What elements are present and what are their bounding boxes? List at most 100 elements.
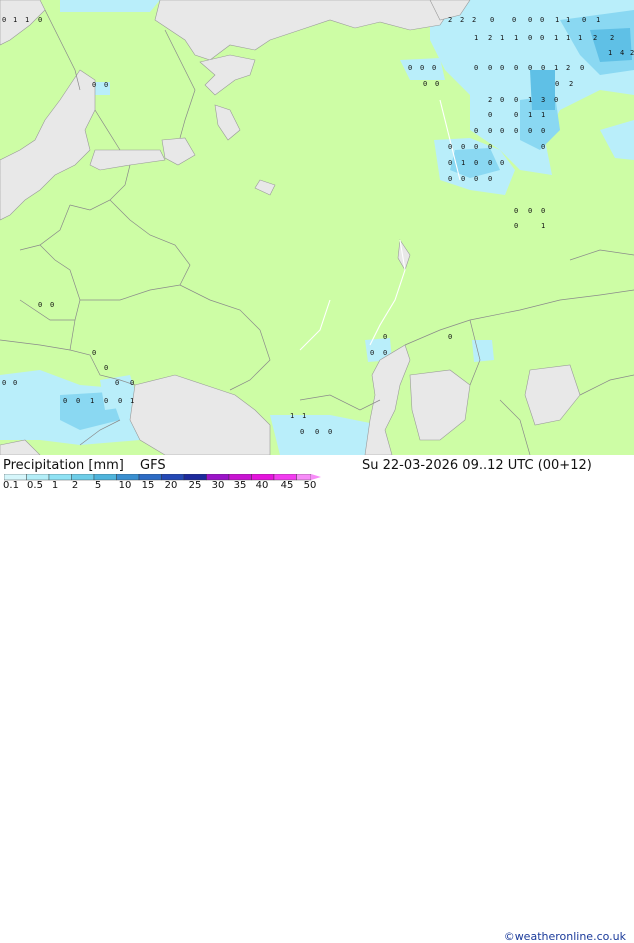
precip-value-label: 0 [541,143,545,151]
precip-value-label: 0 [474,127,478,135]
precip-value-label: 0 [92,349,96,357]
credit-label: ©weatheronline.co.uk [503,930,626,943]
scale-tick-label: 5 [94,480,102,491]
precip-value-label: 0 [580,64,584,72]
precip-value-label: 2 [569,80,573,88]
valid-time-label: Su 22-03-2026 09..12 UTC (00+12) [362,458,592,473]
precip-value-label: 1 [25,16,29,24]
scale-tick-label: 10 [118,480,132,491]
precip-value-label: 1 [461,159,465,167]
scale-tick-label: 35 [233,480,247,491]
precip-value-label: 0 [488,64,492,72]
precip-value-label: 1 [474,34,478,42]
precip-value-label: 1 [528,96,532,104]
precip-value-label: 2 [460,16,464,24]
precip-value-label: 0 [370,349,374,357]
precip-value-label: 0 [488,111,492,119]
rivers [299,99,461,351]
precip-value-label: 0 [474,143,478,151]
precip-value-label: 2 [593,34,597,42]
precip-value-label: 2 [488,34,492,42]
precip-value-label: 0 [448,159,452,167]
precip-value-label: 0 [461,175,465,183]
title-label: Precipitation [mm] [3,458,124,473]
precip-value-label: 1 [596,16,600,24]
precip-value-label: 0 [514,127,518,135]
precip-value-label: 0 [512,16,516,24]
precip-value-label: 0 [448,333,452,341]
precip-value-label: 0 [488,175,492,183]
precip-value-label: 0 [115,379,119,387]
precip-value-label: 0 [104,81,108,89]
precip-value-label: 0 [2,379,6,387]
scale-tick-label: 40 [255,480,269,491]
precip-value-label: 0 [448,143,452,151]
map-canvas: 0 1 1 0 2 2 2 0 0 0 0 1 1 0 11 2 1 1 0 0 1 1 1 2 20 0 0 0 0 0 0 0 0 1 2 01 4… [0,0,634,455]
scale-tick-label: 20 [164,480,178,491]
precip-value-label: 0 [500,127,504,135]
precip-value-label: 0 [383,333,387,341]
precip-value-label: 1 [290,412,294,420]
precip-value-label: 1 [555,16,559,24]
precip-value-label: 0 [474,64,478,72]
scale-tick-label: 25 [188,480,202,491]
precip-value-label: 0 [420,64,424,72]
precip-value-label: 0 [328,428,332,436]
precip-value-label: 0 [63,397,67,405]
precip-value-label: 2 [472,16,476,24]
precip-value-label: 0 [2,16,6,24]
precip-value-label: 1 [541,222,545,230]
precip-value-label: 0 [435,80,439,88]
precip-value-label: 0 [528,127,532,135]
precip-value-label: 2 [566,64,570,72]
precip-value-label: 0 [383,349,387,357]
precip-value-label: 0 [76,397,80,405]
precip-value-label: 0 [514,222,518,230]
precip-value-label: 1 [130,397,134,405]
precip-value-label: 0 [13,379,17,387]
precip-value-label: 1 [554,34,558,42]
precip-value-label: 0 [461,143,465,151]
precip-value-label: 0 [541,64,545,72]
precip-value-label: 2 [610,34,614,42]
scale-tick-label: 50 [303,480,317,491]
precip-value-label: 0 [500,159,504,167]
precip-value-label: 1 [13,16,17,24]
precip-value-label: 1 [554,64,558,72]
scale-tick-label: 1 [51,480,59,491]
precip-value-label: 0 [528,207,532,215]
precip-value-label: 0 [514,96,518,104]
precip-value-label: 0 [582,16,586,24]
precip-value-label: 0 [528,16,532,24]
precip-value-label: 0 [554,96,558,104]
precip-value-label: 0 [432,64,436,72]
precip-value-label: 2 [448,16,452,24]
precip-value-label: 0 [448,175,452,183]
precip-value-label: 0 [500,96,504,104]
precip-value-label: 0 [50,301,54,309]
precip-value-label: 1 [500,34,504,42]
precip-value-label: 1 [541,111,545,119]
precip-value-label: 1 [528,111,532,119]
model-label: GFS [140,458,166,473]
precip-value-label: 1 [578,34,582,42]
precip-value-label: 0 [488,127,492,135]
precip-value-label: 3 [541,96,545,104]
precip-value-label: 1 [302,412,306,420]
precip-value-label: 2 [630,49,634,57]
precip-value-label: 0 [541,127,545,135]
scale-tick-label: 30 [211,480,225,491]
precip-value-label: 2 [488,96,492,104]
precip-value-label: 0 [474,175,478,183]
precip-value-label: 0 [104,397,108,405]
precip-value-label: 0 [528,64,532,72]
precip-value-label: 0 [528,34,532,42]
precip-value-label: 0 [540,16,544,24]
precip-value-label: 0 [118,397,122,405]
precip-value-label: 0 [38,16,42,24]
precip-value-label: 0 [300,428,304,436]
precip-value-label: 1 [514,34,518,42]
precip-value-label: 0 [514,64,518,72]
precip-value-label: 1 [608,49,612,57]
precip-value-label: 0 [130,379,134,387]
